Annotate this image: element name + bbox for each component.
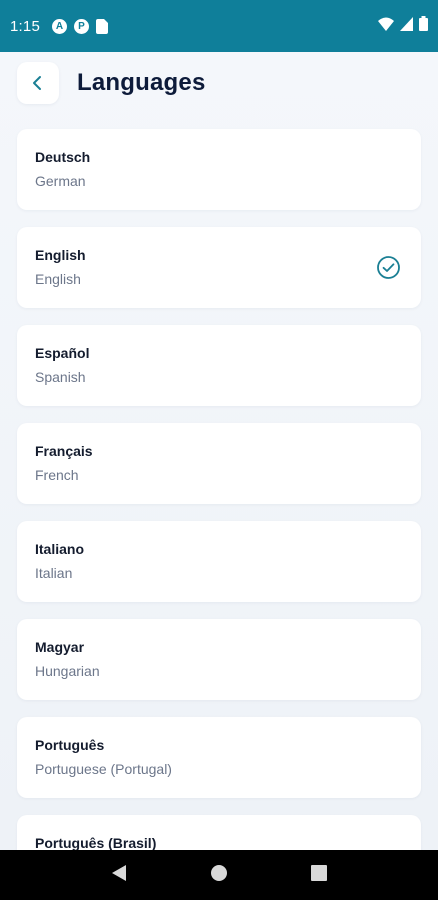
status-time: 1:15 bbox=[10, 17, 40, 35]
chevron-left-icon bbox=[33, 76, 41, 90]
home-circle-icon[interactable] bbox=[210, 864, 228, 887]
language-native-name: Français bbox=[35, 443, 93, 459]
status-notification-icons: A P bbox=[52, 18, 108, 34]
language-item-italiano[interactable]: Italiano Italian bbox=[17, 521, 421, 602]
language-english-name: English bbox=[35, 271, 81, 287]
back-triangle-icon[interactable] bbox=[111, 864, 127, 887]
wifi-icon bbox=[378, 17, 394, 36]
language-english-name: Spanish bbox=[35, 369, 86, 385]
language-english-name: French bbox=[35, 467, 79, 483]
a-circle-icon: A bbox=[52, 18, 67, 34]
language-native-name: English bbox=[35, 247, 86, 263]
p-circle-icon: P bbox=[74, 18, 89, 34]
status-bar: 1:15 A P bbox=[0, 0, 438, 52]
language-native-name: Português bbox=[35, 737, 105, 753]
back-button[interactable] bbox=[17, 62, 59, 104]
language-item-english[interactable]: English English bbox=[17, 227, 421, 308]
header: Languages bbox=[17, 62, 206, 104]
language-native-name: Deutsch bbox=[35, 149, 91, 165]
page-title: Languages bbox=[77, 69, 206, 96]
language-item-francais[interactable]: Français French bbox=[17, 423, 421, 504]
languages-screen: Languages Deutsch German English English… bbox=[0, 52, 438, 850]
check-circle-icon bbox=[377, 256, 400, 279]
language-item-portugues-brasil[interactable]: Português (Brasil) bbox=[17, 815, 421, 850]
language-native-name: Italiano bbox=[35, 541, 85, 557]
language-native-name: Português (Brasil) bbox=[35, 835, 157, 850]
system-navigation-bar bbox=[0, 850, 438, 900]
language-item-deutsch[interactable]: Deutsch German bbox=[17, 129, 421, 210]
language-item-espanol[interactable]: Español Spanish bbox=[17, 325, 421, 406]
language-native-name: Español bbox=[35, 345, 90, 361]
language-english-name: Hungarian bbox=[35, 663, 100, 679]
language-item-portugues[interactable]: Português Portuguese (Portugal) bbox=[17, 717, 421, 798]
status-system-icons bbox=[378, 16, 428, 36]
sim-card-icon bbox=[96, 18, 108, 34]
recents-square-icon[interactable] bbox=[310, 864, 327, 886]
language-item-magyar[interactable]: Magyar Hungarian bbox=[17, 619, 421, 700]
signal-icon bbox=[400, 16, 413, 36]
language-english-name: German bbox=[35, 173, 86, 189]
language-english-name: Italian bbox=[35, 565, 73, 581]
language-native-name: Magyar bbox=[35, 639, 85, 655]
battery-icon bbox=[419, 16, 428, 36]
language-english-name: Portuguese (Portugal) bbox=[35, 761, 172, 777]
